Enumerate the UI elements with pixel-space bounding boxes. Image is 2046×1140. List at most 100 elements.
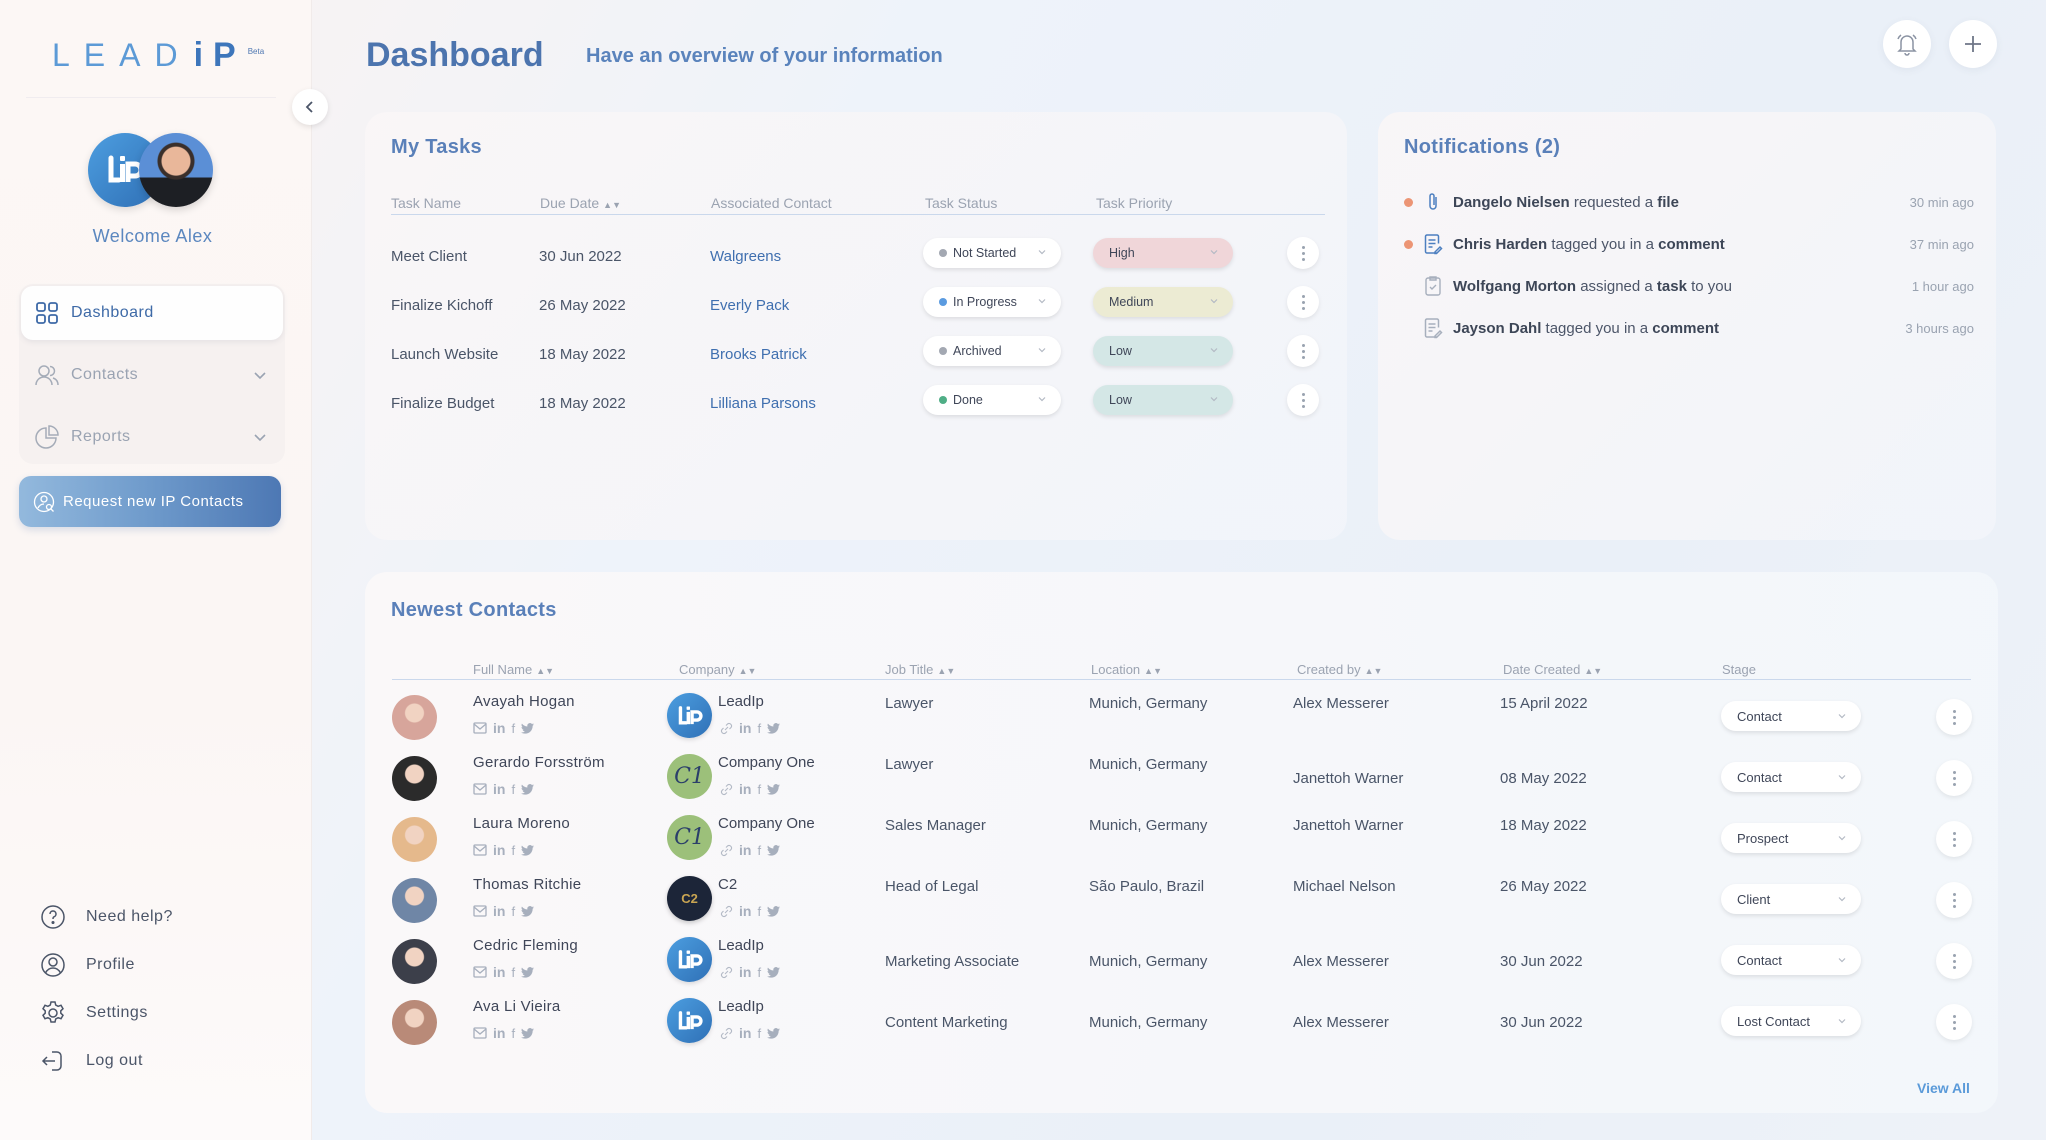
facebook-icon[interactable]: f bbox=[757, 721, 761, 736]
task-contact-link[interactable]: Walgreens bbox=[710, 248, 781, 265]
task-row[interactable]: Launch Website 18 May 2022 Brooks Patrick A… bbox=[365, 334, 1347, 380]
contact-row[interactable]: Ava Li Vieira in f LeadIp in f Content Marketi… bbox=[365, 992, 1998, 1053]
task-row[interactable]: Finalize Budget 18 May 2022 Lilliana Parso… bbox=[365, 383, 1347, 429]
stage-dropdown[interactable]: Contact bbox=[1721, 762, 1861, 792]
link-icon[interactable] bbox=[720, 905, 733, 918]
sort-icon[interactable]: ▲▼ bbox=[603, 200, 621, 210]
twitter-icon[interactable] bbox=[521, 1027, 535, 1039]
linkedin-icon[interactable]: in bbox=[493, 903, 505, 919]
link-icon[interactable] bbox=[720, 722, 733, 735]
notification-item[interactable]: Chris Harden tagged you in a comment 37 m… bbox=[1404, 232, 1974, 256]
settings-link[interactable]: Settings bbox=[40, 1001, 173, 1025]
contact-row[interactable]: Avayah Hogan in f LeadIp in f Lawyer Munich, Ge… bbox=[365, 687, 1998, 748]
task-priority-dropdown[interactable]: Low bbox=[1093, 385, 1233, 415]
facebook-icon[interactable]: f bbox=[757, 965, 761, 980]
contact-company[interactable]: LeadIp bbox=[718, 693, 764, 710]
contact-more-button[interactable] bbox=[1936, 699, 1972, 735]
stage-dropdown[interactable]: Contact bbox=[1721, 945, 1861, 975]
mail-icon[interactable] bbox=[473, 905, 487, 917]
linkedin-icon[interactable]: in bbox=[493, 964, 505, 980]
task-more-button[interactable] bbox=[1287, 384, 1319, 416]
contact-avatar[interactable] bbox=[392, 695, 437, 740]
column-header-company[interactable]: Company ▲▼ bbox=[679, 662, 756, 677]
sort-icon[interactable]: ▲▼ bbox=[739, 666, 757, 676]
linkedin-icon[interactable]: in bbox=[739, 842, 751, 858]
contact-more-button[interactable] bbox=[1936, 821, 1972, 857]
facebook-icon[interactable]: f bbox=[511, 1026, 515, 1041]
twitter-icon[interactable] bbox=[767, 844, 781, 856]
contact-row[interactable]: Laura Moreno in f C1 Company One in f Sales Man… bbox=[365, 809, 1998, 870]
stage-dropdown[interactable]: Contact bbox=[1721, 701, 1861, 731]
task-contact-link[interactable]: Brooks Patrick bbox=[710, 346, 807, 363]
task-contact-link[interactable]: Everly Pack bbox=[710, 297, 789, 314]
link-icon[interactable] bbox=[720, 1027, 733, 1040]
facebook-icon[interactable]: f bbox=[511, 904, 515, 919]
linkedin-icon[interactable]: in bbox=[739, 903, 751, 919]
facebook-icon[interactable]: f bbox=[511, 721, 515, 736]
sort-icon[interactable]: ▲▼ bbox=[1144, 666, 1162, 676]
column-header-location[interactable]: Location ▲▼ bbox=[1091, 662, 1162, 677]
contact-avatar[interactable] bbox=[392, 817, 437, 862]
notification-item[interactable]: Wolfgang Morton assigned a task to you 1 … bbox=[1404, 274, 1974, 298]
task-more-button[interactable] bbox=[1287, 237, 1319, 269]
contact-name[interactable]: Ava Li Vieira bbox=[473, 998, 561, 1015]
contact-more-button[interactable] bbox=[1936, 1004, 1972, 1040]
contact-name[interactable]: Cedric Fleming bbox=[473, 937, 578, 954]
column-header-date-created[interactable]: Date Created ▲▼ bbox=[1503, 662, 1602, 677]
stage-dropdown[interactable]: Lost Contact bbox=[1721, 1006, 1861, 1036]
linkedin-icon[interactable]: in bbox=[493, 781, 505, 797]
twitter-icon[interactable] bbox=[767, 783, 781, 795]
stage-dropdown[interactable]: Prospect bbox=[1721, 823, 1861, 853]
task-priority-dropdown[interactable]: High bbox=[1093, 238, 1233, 268]
sort-icon[interactable]: ▲▼ bbox=[937, 666, 955, 676]
task-more-button[interactable] bbox=[1287, 286, 1319, 318]
sidebar-item-dashboard[interactable]: Dashboard bbox=[21, 286, 283, 340]
stage-dropdown[interactable]: Client bbox=[1721, 884, 1861, 914]
contact-company[interactable]: LeadIp bbox=[718, 998, 764, 1015]
contact-avatar[interactable] bbox=[392, 1000, 437, 1045]
sidebar-item-reports[interactable]: Reports bbox=[21, 410, 283, 464]
facebook-icon[interactable]: f bbox=[757, 782, 761, 797]
sort-icon[interactable]: ▲▼ bbox=[536, 666, 554, 676]
collapse-sidebar-button[interactable] bbox=[292, 89, 328, 125]
contact-row[interactable]: Gerardo Forsström in f C1 Company One in f Lawy… bbox=[365, 748, 1998, 809]
contact-avatar[interactable] bbox=[392, 939, 437, 984]
notification-item[interactable]: Jayson Dahl tagged you in a comment 3 hou… bbox=[1404, 316, 1974, 340]
notifications-button[interactable] bbox=[1883, 20, 1931, 68]
task-status-dropdown[interactable]: Archived bbox=[923, 336, 1061, 366]
twitter-icon[interactable] bbox=[767, 1027, 781, 1039]
profile-link[interactable]: Profile bbox=[40, 953, 173, 977]
column-header-due-date[interactable]: Due Date ▲▼ bbox=[540, 195, 621, 211]
contact-name[interactable]: Gerardo Forsström bbox=[473, 754, 605, 771]
sort-icon[interactable]: ▲▼ bbox=[1365, 666, 1383, 676]
chevron-down-icon[interactable] bbox=[251, 366, 269, 384]
facebook-icon[interactable]: f bbox=[757, 1026, 761, 1041]
linkedin-icon[interactable]: in bbox=[739, 964, 751, 980]
twitter-icon[interactable] bbox=[767, 966, 781, 978]
contact-more-button[interactable] bbox=[1936, 943, 1972, 979]
facebook-icon[interactable]: f bbox=[757, 843, 761, 858]
task-priority-dropdown[interactable]: Medium bbox=[1093, 287, 1233, 317]
column-header-created-by[interactable]: Created by ▲▼ bbox=[1297, 662, 1382, 677]
linkedin-icon[interactable]: in bbox=[493, 842, 505, 858]
twitter-icon[interactable] bbox=[521, 722, 535, 734]
contact-name[interactable]: Avayah Hogan bbox=[473, 693, 575, 710]
mail-icon[interactable] bbox=[473, 966, 487, 978]
contact-avatar[interactable] bbox=[392, 756, 437, 801]
chevron-down-icon[interactable] bbox=[251, 428, 269, 446]
view-all-link[interactable]: View All bbox=[1917, 1080, 1970, 1096]
contact-company[interactable]: Company One bbox=[718, 754, 815, 771]
add-button[interactable] bbox=[1949, 20, 1997, 68]
linkedin-icon[interactable]: in bbox=[493, 1025, 505, 1041]
link-icon[interactable] bbox=[720, 783, 733, 796]
task-status-dropdown[interactable]: Not Started bbox=[923, 238, 1061, 268]
task-more-button[interactable] bbox=[1287, 335, 1319, 367]
task-contact-link[interactable]: Lilliana Parsons bbox=[710, 395, 816, 412]
need-help-link[interactable]: Need help? bbox=[40, 905, 173, 929]
facebook-icon[interactable]: f bbox=[511, 843, 515, 858]
twitter-icon[interactable] bbox=[521, 844, 535, 856]
facebook-icon[interactable]: f bbox=[511, 782, 515, 797]
link-icon[interactable] bbox=[720, 844, 733, 857]
mail-icon[interactable] bbox=[473, 844, 487, 856]
task-priority-dropdown[interactable]: Low bbox=[1093, 336, 1233, 366]
